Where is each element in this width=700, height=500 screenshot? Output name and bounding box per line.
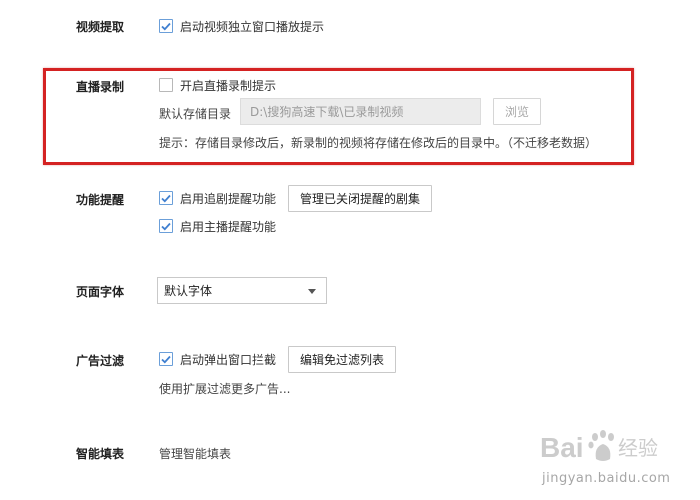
baidu-logo-icon: Bai 经验 [540, 430, 658, 463]
popup-block-option[interactable]: 启动弹出窗口拦截 [159, 350, 276, 368]
popup-block-label: 启动弹出窗口拦截 [180, 352, 277, 367]
font-select-value: 默认字体 [164, 284, 213, 298]
video-extract-checkbox[interactable] [159, 19, 173, 33]
chevron-down-icon [308, 289, 316, 294]
function-reminder-label: 功能提醒 [76, 193, 125, 207]
ad-filter-label: 广告过滤 [76, 354, 125, 368]
baidu-jingyan-watermark: Bai 经验 jingyan.baidu.com [538, 425, 670, 495]
svg-text:经验: 经验 [618, 436, 658, 460]
highlight-box [43, 68, 634, 165]
popup-block-checkbox[interactable] [159, 352, 173, 366]
edit-whitelist-button[interactable]: 编辑免过滤列表 [288, 346, 396, 373]
anchor-reminder-option[interactable]: 启用主播提醒功能 [159, 217, 276, 235]
manage-closed-reminders-button[interactable]: 管理已关闭提醒的剧集 [288, 185, 432, 212]
svg-text:Bai: Bai [540, 432, 584, 463]
anchor-reminder-label: 启用主播提醒功能 [180, 219, 277, 234]
checkmark-icon [161, 194, 171, 202]
checkmark-icon [161, 222, 171, 230]
video-extract-option-label: 启动视频独立窗口播放提示 [180, 19, 325, 34]
video-extract-label: 视频提取 [76, 20, 125, 34]
checkmark-icon [161, 22, 171, 30]
drama-reminder-option[interactable]: 启用追剧提醒功能 [159, 189, 276, 207]
manage-smart-fill-link[interactable]: 管理智能填表 [159, 445, 231, 462]
watermark-url: jingyan.baidu.com [542, 471, 671, 486]
anchor-reminder-checkbox[interactable] [159, 219, 173, 233]
smart-fill-label: 智能填表 [76, 447, 125, 461]
settings-page: 视频提取 启动视频独立窗口播放提示 直播录制 开启直播录制提示 默认存储目录 D… [0, 0, 700, 500]
page-font-label: 页面字体 [76, 285, 125, 299]
more-filter-link[interactable]: 使用扩展过滤更多广告... [159, 380, 290, 397]
drama-reminder-checkbox[interactable] [159, 191, 173, 205]
drama-reminder-label: 启用追剧提醒功能 [180, 191, 277, 206]
video-extract-option[interactable]: 启动视频独立窗口播放提示 [159, 17, 324, 35]
checkmark-icon [161, 355, 171, 363]
font-select[interactable]: 默认字体 [157, 277, 327, 304]
